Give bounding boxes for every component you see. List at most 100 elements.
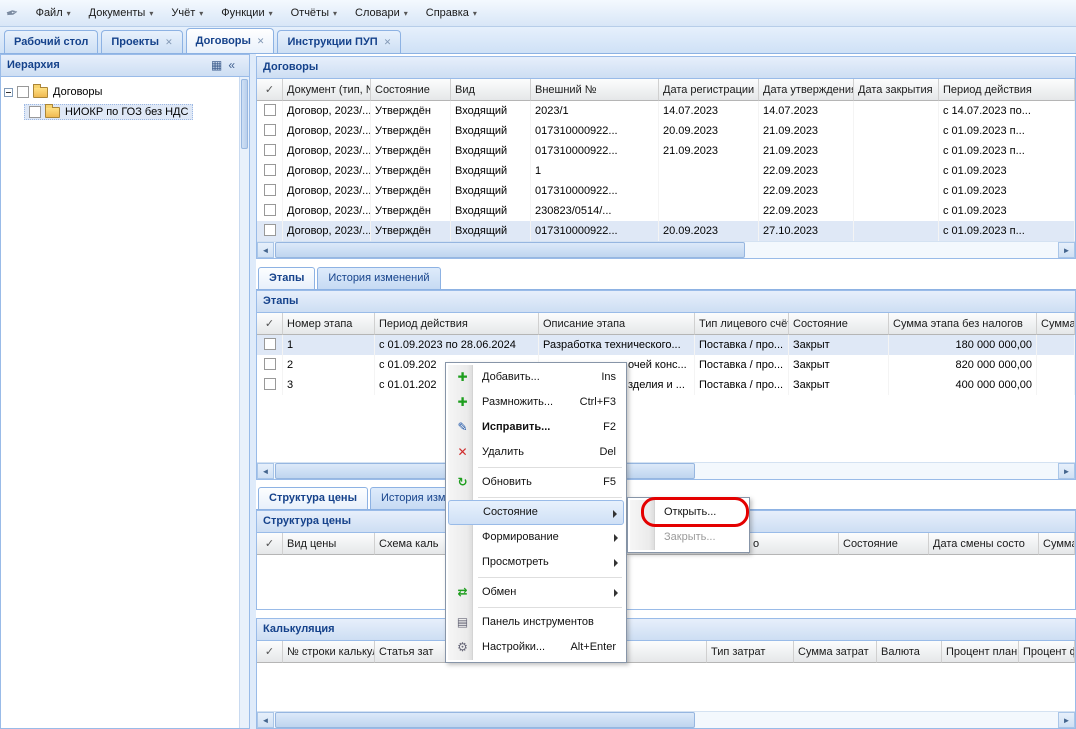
stages-horizontal-scrollbar[interactable]: ◄ ►	[257, 462, 1075, 479]
column-header[interactable]: Состояние	[371, 79, 451, 101]
selected-tree-node[interactable]: НИОКР по ГОЗ без НДС	[24, 104, 193, 120]
menu-item-state[interactable]: Состояние	[448, 500, 624, 525]
scroll-right-icon[interactable]: ►	[1058, 712, 1075, 728]
row-checkbox[interactable]	[264, 124, 276, 136]
menu-item-exchange[interactable]: ⇄Обмен	[448, 580, 624, 605]
column-header-check[interactable]: ✓	[257, 79, 283, 101]
row-checkbox[interactable]	[264, 204, 276, 216]
submenu-item-open[interactable]: Открыть...	[630, 500, 747, 525]
menu-item-edit[interactable]: ✎F2Исправить...	[448, 415, 624, 440]
table-row[interactable]: Договор, 2023/...УтверждёнВходящий230823…	[257, 201, 1075, 221]
row-checkbox[interactable]	[264, 378, 276, 390]
scrollbar-thumb[interactable]	[241, 79, 248, 149]
column-header[interactable]: Дата закрытия	[854, 79, 939, 101]
row-checkbox[interactable]	[264, 224, 276, 236]
close-icon[interactable]: ✕	[384, 37, 392, 48]
sidebar-vertical-scrollbar[interactable]	[239, 77, 249, 728]
row-checkbox[interactable]	[264, 104, 276, 116]
menu-item-view[interactable]: Просмотреть	[448, 550, 624, 575]
menu-item-settings[interactable]: ⚙Alt+EnterНастройки...	[448, 635, 624, 660]
table-row[interactable]: 2с 01.09.202очей конс...Поставка / про..…	[257, 355, 1075, 375]
column-header-check[interactable]: ✓	[257, 641, 283, 663]
column-header[interactable]: Тип затрат	[707, 641, 794, 663]
menubar-item-reports[interactable]: Отчёты▾	[282, 3, 346, 23]
table-row[interactable]: Договор, 2023/...УтверждёнВходящий017310…	[257, 121, 1075, 141]
menu-item-toolbar-panel[interactable]: ▤Панель инструментов	[448, 610, 624, 635]
menu-item-refresh[interactable]: ↻F5Обновить	[448, 470, 624, 495]
column-header-check[interactable]: ✓	[257, 313, 283, 335]
tab-stages[interactable]: Этапы	[258, 267, 315, 289]
menu-item-delete[interactable]: ✕DelУдалить	[448, 440, 624, 465]
column-header[interactable]: Номер этапа	[283, 313, 375, 335]
column-header[interactable]: Состояние	[839, 533, 929, 555]
column-header[interactable]: Дата регистрации	[659, 79, 759, 101]
column-header[interactable]: Процент ф	[1019, 641, 1075, 663]
column-header-check[interactable]: ✓	[257, 533, 283, 555]
column-header[interactable]: Вид цены	[283, 533, 375, 555]
column-header[interactable]: Период действия	[375, 313, 539, 335]
column-header[interactable]: Процент план	[942, 641, 1019, 663]
column-header[interactable]: Сумма	[1037, 313, 1075, 335]
scroll-left-icon[interactable]: ◄	[257, 463, 274, 479]
column-header[interactable]: Сумма	[1039, 533, 1075, 555]
row-checkbox[interactable]	[264, 144, 276, 156]
scrollbar-thumb[interactable]	[275, 712, 695, 728]
column-header[interactable]: Внешний №	[531, 79, 659, 101]
tab-contracts[interactable]: Договоры✕	[186, 28, 275, 53]
row-checkbox[interactable]	[264, 184, 276, 196]
column-header[interactable]: Тип лицевого счёт	[695, 313, 789, 335]
calc-horizontal-scrollbar[interactable]: ◄ ►	[257, 711, 1075, 728]
tree-node-root[interactable]: Договоры	[4, 82, 246, 102]
column-header[interactable]: Вид	[451, 79, 531, 101]
row-checkbox[interactable]	[264, 164, 276, 176]
menubar-item-help[interactable]: Справка▾	[417, 3, 486, 23]
menubar-item-file[interactable]: Файл▾	[27, 3, 80, 23]
menubar-item-documents[interactable]: Документы▾	[80, 3, 163, 23]
menu-item-formation[interactable]: Формирование	[448, 525, 624, 550]
column-header[interactable]: Период действия	[939, 79, 1075, 101]
tree-node-checkbox[interactable]	[29, 106, 41, 118]
close-icon[interactable]: ✕	[257, 36, 265, 47]
column-header[interactable]: Документ (тип, №	[283, 79, 371, 101]
menu-item-add[interactable]: ✚InsДобавить...	[448, 365, 624, 390]
menubar-item-dictionaries[interactable]: Словари▾	[346, 3, 417, 23]
collapse-panel-icon[interactable]: «	[228, 58, 235, 72]
table-row[interactable]: Договор, 2023/...УтверждёнВходящий2023/1…	[257, 101, 1075, 121]
column-header[interactable]: Сумма этапа без налогов	[889, 313, 1037, 335]
scroll-right-icon[interactable]: ►	[1058, 463, 1075, 479]
tree-node-checkbox[interactable]	[17, 86, 29, 98]
row-checkbox[interactable]	[264, 338, 276, 350]
table-row[interactable]: Договор, 2023/...УтверждёнВходящий017310…	[257, 181, 1075, 201]
menubar-item-functions[interactable]: Функции▾	[212, 3, 281, 23]
column-header[interactable]: о	[749, 533, 839, 555]
tab-projects[interactable]: Проекты✕	[101, 30, 182, 53]
scrollbar-thumb[interactable]	[275, 242, 745, 258]
close-icon[interactable]: ✕	[165, 37, 173, 48]
table-row[interactable]: Договор, 2023/...УтверждёнВходящий017310…	[257, 141, 1075, 161]
column-header[interactable]: Описание этапа	[539, 313, 695, 335]
table-row-selected[interactable]: 1с 01.09.2023 по 28.06.2024Разработка те…	[257, 335, 1075, 355]
column-header[interactable]: Дата смены состо	[929, 533, 1039, 555]
scroll-left-icon[interactable]: ◄	[257, 712, 274, 728]
contracts-horizontal-scrollbar[interactable]: ◄ ►	[257, 241, 1075, 258]
column-header[interactable]: Состояние	[789, 313, 889, 335]
grid-view-icon[interactable]: ▦	[211, 58, 222, 72]
menu-item-duplicate[interactable]: ✚Ctrl+F3Размножить...	[448, 390, 624, 415]
table-row[interactable]: Договор, 2023/...УтверждёнВходящий122.09…	[257, 161, 1075, 181]
column-header[interactable]: Сумма затрат	[794, 641, 877, 663]
tab-instructions[interactable]: Инструкции ПУП✕	[277, 30, 401, 53]
tree-node-child[interactable]: НИОКР по ГОЗ без НДС	[4, 102, 246, 122]
tab-desktop[interactable]: Рабочий стол	[4, 30, 98, 53]
table-row-selected[interactable]: Договор, 2023/...УтверждёнВходящий017310…	[257, 221, 1075, 241]
collapse-node-icon[interactable]	[4, 88, 13, 97]
tab-price-structure[interactable]: Структура цены	[258, 487, 368, 509]
menubar-item-accounting[interactable]: Учёт▾	[162, 3, 212, 23]
column-header[interactable]: № строки калькул	[283, 641, 375, 663]
row-checkbox[interactable]	[264, 358, 276, 370]
column-header[interactable]: Валюта	[877, 641, 942, 663]
column-header[interactable]: Дата утверждения	[759, 79, 854, 101]
scroll-right-icon[interactable]: ►	[1058, 242, 1075, 258]
table-row[interactable]: 3с 01.01.202зделия и ...Поставка / про..…	[257, 375, 1075, 395]
scroll-left-icon[interactable]: ◄	[257, 242, 274, 258]
tab-change-history[interactable]: История изменений	[317, 267, 440, 289]
